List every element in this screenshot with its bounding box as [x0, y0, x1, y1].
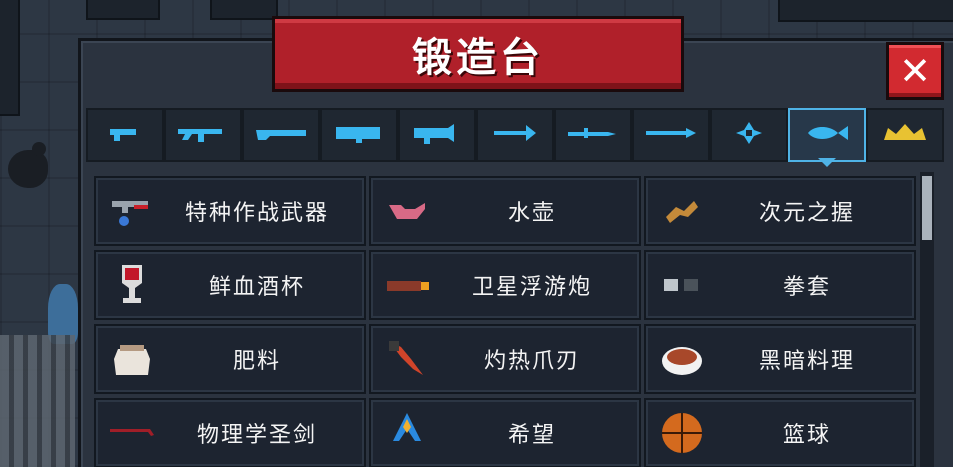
item-label: 鲜血酒杯: [208, 275, 305, 300]
tab-crown[interactable]: [866, 108, 944, 162]
scrollbar[interactable]: [920, 172, 934, 467]
item-label: 篮球: [782, 423, 831, 448]
wall-block: [778, 0, 953, 22]
pistol-icon: [96, 120, 154, 150]
fertilizer-sack-icon: [108, 335, 156, 383]
tab-launcher[interactable]: [320, 108, 398, 162]
page-title: 锻造台: [412, 35, 544, 81]
special-ops-weapon-icon: [108, 187, 156, 235]
selected-tab-indicator: [818, 158, 836, 167]
burning-claw-icon: [383, 335, 431, 383]
item-label: 物理学圣剑: [196, 423, 317, 448]
launcher-icon: [330, 120, 388, 150]
item-label: 水壶: [507, 201, 556, 226]
tab-sword[interactable]: [554, 108, 632, 162]
item-label: 次元之握: [758, 201, 855, 226]
tab-shotgun[interactable]: [242, 108, 320, 162]
item-label: 拳套: [782, 275, 831, 300]
item-label: 黑暗料理: [758, 349, 855, 374]
tab-bow[interactable]: [476, 108, 554, 162]
basketball-icon: [658, 409, 706, 457]
item-cell[interactable]: 灼热爪刃: [369, 324, 641, 394]
close-icon: ✕: [899, 49, 931, 93]
item-label: 卫星浮游炮: [471, 275, 592, 300]
item-cell[interactable]: 篮球: [644, 398, 916, 467]
item-label: 特种作战武器: [184, 201, 329, 226]
scroll-thumb[interactable]: [922, 176, 932, 240]
category-tabs: [86, 108, 946, 162]
dark-cuisine-icon: [658, 335, 706, 383]
tab-fish[interactable]: [788, 108, 866, 162]
wall-pillar: [0, 0, 20, 116]
item-cell[interactable]: 物理学圣剑: [94, 398, 366, 467]
fish-icon: [798, 120, 856, 150]
tab-pistol[interactable]: [86, 108, 164, 162]
laser-gun-icon: [408, 120, 466, 150]
item-label: 灼热爪刃: [483, 349, 580, 374]
crow-sprite: [8, 142, 48, 188]
gauntlet-icon: [658, 261, 706, 309]
blood-goblet-icon: [108, 261, 156, 309]
tab-rifle[interactable]: [164, 108, 242, 162]
spear-icon: [642, 120, 700, 150]
shuriken-icon: [720, 120, 778, 150]
item-cell[interactable]: 黑暗料理: [644, 324, 916, 394]
satellite-cannon-icon: [383, 261, 431, 309]
crown-icon: [876, 120, 934, 150]
item-grid: 特种作战武器 水壶 次元之握 鲜血酒杯 卫星浮游炮 拳套 肥料 灼热爪刃 黑暗料…: [90, 172, 916, 467]
dimension-grip-icon: [658, 187, 706, 235]
wall-block: [210, 0, 278, 20]
gas-cylinders: [0, 335, 75, 467]
item-cell[interactable]: 鲜血酒杯: [94, 250, 366, 320]
bow-icon: [486, 120, 544, 150]
praying-hands-icon: [383, 409, 431, 457]
item-cell[interactable]: 肥料: [94, 324, 366, 394]
rifle-icon: [174, 120, 232, 150]
item-cell[interactable]: 希望: [369, 398, 641, 467]
tab-laser-gun[interactable]: [398, 108, 476, 162]
tab-spear[interactable]: [632, 108, 710, 162]
item-label: 肥料: [232, 349, 281, 374]
title-banner: 锻造台: [245, 16, 711, 92]
crowbar-icon: [108, 409, 156, 457]
item-label: 希望: [507, 423, 556, 448]
item-cell[interactable]: 水壶: [369, 176, 641, 246]
item-cell[interactable]: 卫星浮游炮: [369, 250, 641, 320]
game-scene: 锻造台 ✕ 特种作战武器 水壶 次元之握 鲜血酒杯 卫星浮游炮 拳套 肥料 灼热…: [0, 0, 953, 467]
close-button[interactable]: ✕: [886, 42, 944, 100]
shotgun-icon: [252, 120, 310, 150]
item-cell[interactable]: 次元之握: [644, 176, 916, 246]
wall-block: [86, 0, 160, 20]
kettle-icon: [383, 187, 431, 235]
sword-icon: [564, 120, 622, 150]
item-cell[interactable]: 拳套: [644, 250, 916, 320]
item-cell[interactable]: 特种作战武器: [94, 176, 366, 246]
tab-shuriken[interactable]: [710, 108, 788, 162]
